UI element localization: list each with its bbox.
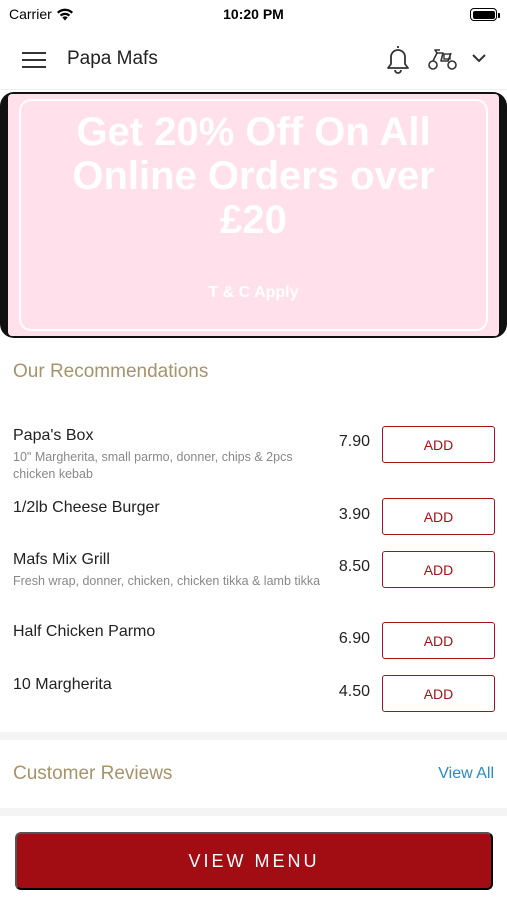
item-name: Mafs Mix Grill [13,551,110,568]
battery-icon [470,8,500,21]
menu-icon[interactable] [22,50,46,70]
status-bar: Carrier 10:20 PM [0,0,507,30]
status-time: 10:20 PM [223,6,284,22]
item-price: 4.50 [338,683,370,700]
item-name: 10 Margherita [13,676,112,693]
chevron-down-icon[interactable] [471,52,487,64]
item-price: 7.90 [338,433,370,450]
item-price: 3.90 [338,506,370,523]
view-all-link[interactable]: View All [438,765,494,783]
section-divider [0,808,507,816]
add-button[interactable]: ADD [382,551,495,588]
reviews-title: Customer Reviews [13,763,173,784]
scooter-icon[interactable] [427,47,459,71]
item-name: Half Chicken Parmo [13,623,156,640]
item-description: Fresh wrap, donner, chicken, chicken tik… [13,574,321,588]
item-name: 1/2lb Cheese Burger [13,499,160,516]
app-header: Papa Mafs [0,30,507,90]
banner-headline: Get 20% Off On All Online Orders over £2… [72,110,435,242]
view-menu-button[interactable]: VIEW MENU [15,832,493,890]
add-button[interactable]: ADD [382,498,495,535]
bottom-bar: VIEW MENU [0,822,507,900]
recommendations-title: Our Recommendations [13,361,209,382]
add-button[interactable]: ADD [382,675,495,712]
section-divider [0,732,507,740]
add-button[interactable]: ADD [382,426,495,463]
bell-icon[interactable] [385,44,411,74]
app-title: Papa Mafs [67,48,158,69]
item-price: 8.50 [338,558,370,575]
item-price: 6.90 [338,630,370,647]
banner-terms: T & C Apply [208,284,299,301]
add-button[interactable]: ADD [382,622,495,659]
item-name: Papa's Box [13,427,94,444]
promo-banner[interactable]: Get 20% Off On All Online Orders over £2… [8,94,499,336]
item-description: 10" Margherita, small parmo, donner, chi… [13,450,293,481]
